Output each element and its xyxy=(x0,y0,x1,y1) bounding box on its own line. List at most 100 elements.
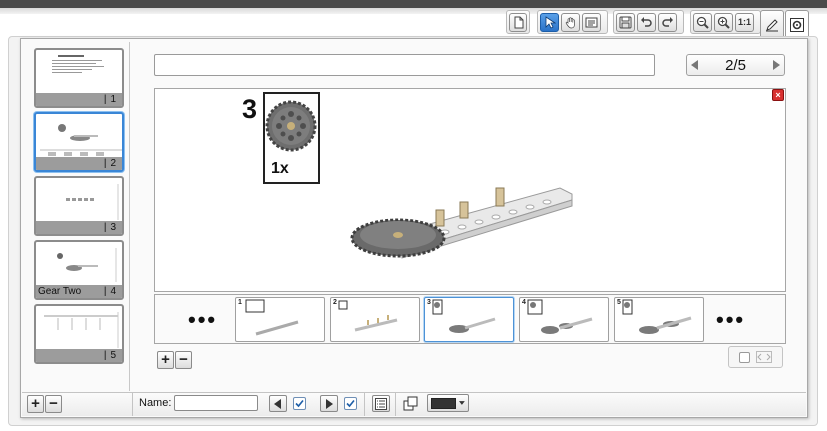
step-frame-2[interactable]: 2 xyxy=(330,297,420,342)
name-label: Name: xyxy=(139,397,172,409)
thumbnail-number: 2 xyxy=(104,158,116,169)
step-frame-preview xyxy=(432,299,496,333)
page-thumbnail-2[interactable]: 2 xyxy=(34,112,124,172)
tab-settings[interactable] xyxy=(785,10,809,39)
save-icon xyxy=(619,16,632,28)
hand-tool-button[interactable] xyxy=(561,12,580,32)
toolbar-group-page xyxy=(506,10,530,34)
gear-part-icon xyxy=(265,100,317,152)
zoom-out-button[interactable] xyxy=(693,12,712,32)
embed-checkbox[interactable] xyxy=(739,351,750,363)
save-button[interactable] xyxy=(616,12,635,32)
thumbnail-doc-preview xyxy=(52,55,104,73)
code-brackets-icon xyxy=(756,351,772,363)
thumbnail-preview xyxy=(38,244,120,287)
toolbar-group-tools xyxy=(537,10,608,34)
triangle-right-icon xyxy=(326,398,333,409)
page-thumbnail-3[interactable]: 3 xyxy=(34,176,124,236)
embed-toggle[interactable] xyxy=(728,346,783,368)
bottom-separator xyxy=(132,392,133,416)
thumbnail-footer: 3 xyxy=(36,221,122,234)
remove-step-button[interactable]: − xyxy=(175,351,192,369)
step-frame-1[interactable]: 1 xyxy=(235,297,325,342)
step-frame-preview xyxy=(245,299,299,336)
toolbar-group-edit xyxy=(613,10,684,34)
undo-button[interactable] xyxy=(637,12,656,32)
thumbnail-parts-preview xyxy=(66,184,119,220)
color-swatch xyxy=(431,397,457,409)
step-frame-4[interactable]: 4 xyxy=(519,297,609,342)
layers-icon xyxy=(403,396,418,410)
thumbnail-number: 1 xyxy=(104,94,116,105)
bottom-separator xyxy=(364,392,365,416)
next-page-button[interactable] xyxy=(768,55,784,75)
hand-icon xyxy=(565,16,575,28)
thumbnail-step-preview xyxy=(40,124,122,156)
new-page-icon xyxy=(514,16,523,28)
step-frame-number: 5 xyxy=(617,299,621,306)
text-box-icon xyxy=(585,17,598,27)
thumbnail-preview xyxy=(38,180,120,223)
page-name-input[interactable] xyxy=(154,54,655,76)
step-frame-3[interactable]: 3 xyxy=(424,297,514,342)
next-checkbox[interactable] xyxy=(344,397,357,410)
settings-icon xyxy=(790,18,804,32)
new-page-button[interactable] xyxy=(509,12,527,32)
step-frame-5[interactable]: 5 xyxy=(614,297,704,342)
thumbnail-number: 4 xyxy=(104,286,116,297)
step-frame-number: 3 xyxy=(427,299,431,306)
chevron-down-icon xyxy=(459,401,465,405)
thumbnail-gear-preview xyxy=(57,248,117,282)
page-thumbnail-5[interactable]: 5 xyxy=(34,304,124,364)
redo-icon xyxy=(662,16,673,27)
remove-page-button[interactable]: − xyxy=(45,395,62,413)
window-top-strip xyxy=(0,0,827,8)
previous-page-button[interactable] xyxy=(687,55,703,75)
more-steps-right-button[interactable]: ••• xyxy=(716,307,745,333)
page-thumbnail-4[interactable]: Gear Two 4 xyxy=(34,240,124,300)
next-button[interactable] xyxy=(320,395,338,412)
close-icon[interactable]: × xyxy=(772,89,784,101)
actual-size-icon: 1:1 xyxy=(737,17,751,27)
redo-button[interactable] xyxy=(658,12,677,32)
checkmark-icon xyxy=(295,399,304,408)
thumbnail-number: 5 xyxy=(104,350,116,361)
add-page-button[interactable]: + xyxy=(27,395,44,413)
add-step-button[interactable]: + xyxy=(157,351,174,369)
parts-callout[interactable]: 1x xyxy=(263,92,320,184)
previous-button[interactable] xyxy=(269,395,287,412)
thumbnail-footer: Gear Two 4 xyxy=(36,285,122,298)
step-frame-number: 4 xyxy=(522,299,526,306)
page-thumbnail-1[interactable]: 1 xyxy=(34,48,124,108)
zoom-in-icon xyxy=(717,16,730,29)
triangle-left-icon xyxy=(274,398,281,409)
actual-size-button[interactable]: 1:1 xyxy=(735,12,754,32)
tab-edit[interactable] xyxy=(760,10,784,38)
thumbnail-preview xyxy=(38,116,122,159)
color-picker[interactable] xyxy=(427,394,469,412)
arrange-button[interactable] xyxy=(402,395,420,412)
thumbnail-preview xyxy=(38,52,120,95)
bottom-separator xyxy=(395,392,396,416)
thumbnail-table-preview xyxy=(44,312,119,348)
step-add-remove-controls: + − xyxy=(157,351,192,369)
pointer-tool-button[interactable] xyxy=(540,12,559,32)
step-frame-number: 1 xyxy=(238,299,242,306)
page-pager: 2/5 xyxy=(686,54,785,76)
zoom-in-button[interactable] xyxy=(714,12,733,32)
list-view-button[interactable] xyxy=(372,395,390,412)
page-thumbnail-strip[interactable]: 1 2 3 Gear Two 4 5 xyxy=(24,42,130,391)
thumbnail-number: 3 xyxy=(104,222,116,233)
step-frame-number: 2 xyxy=(333,299,337,306)
more-steps-left-button[interactable]: ••• xyxy=(188,307,217,333)
previous-checkbox[interactable] xyxy=(293,397,306,410)
edit-pencil-icon xyxy=(766,18,778,31)
assembly-model-illustration xyxy=(350,187,573,259)
name-input[interactable] xyxy=(174,395,258,411)
step-frame-preview xyxy=(527,299,593,334)
thumbnail-footer: 2 xyxy=(36,157,122,170)
text-box-tool-button[interactable] xyxy=(582,12,601,32)
toolbar-group-zoom: 1:1 xyxy=(690,10,761,34)
page-indicator: 2/5 xyxy=(725,56,746,74)
step-frame-preview xyxy=(622,299,692,334)
